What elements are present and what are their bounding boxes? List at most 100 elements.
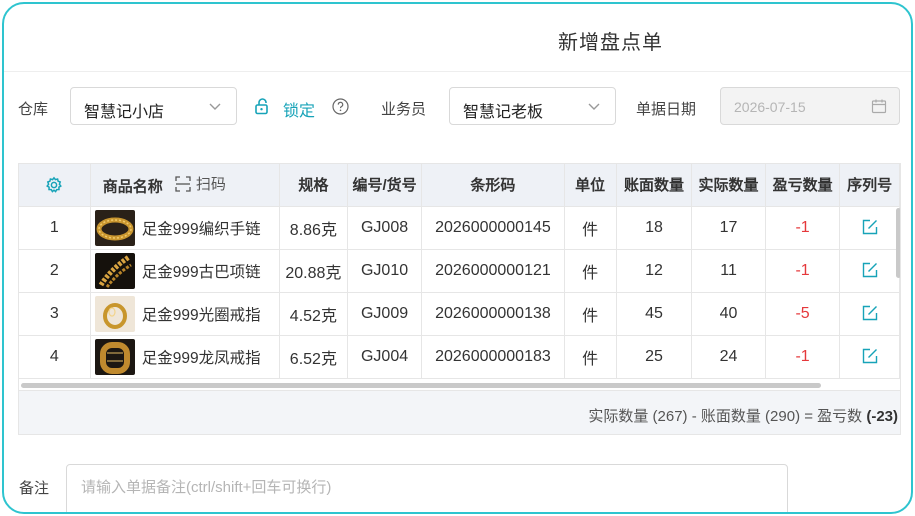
vertical-scrollbar[interactable] [896, 208, 900, 278]
barcode-cell: 2026000000138 [421, 292, 565, 336]
actual-qty-cell[interactable]: 24 [691, 335, 766, 379]
salesperson-select[interactable]: 智慧记老板 [449, 87, 616, 125]
remark-label: 备注 [19, 480, 50, 497]
dialog-header: 新增盘点单 [4, 4, 911, 72]
salesperson-label: 业务员 [381, 101, 427, 118]
product-name: 足金999龙凤戒指 [141, 349, 261, 367]
summary-formula: 实际数量 (267) - 账面数量 (290) = 盈亏数 [588, 408, 867, 425]
summary-text: 实际数量 (267) - 账面数量 (290) = 盈亏数 (-23) [588, 405, 898, 426]
serial-cell[interactable] [839, 206, 900, 250]
product-thumbnail [94, 209, 135, 246]
row-index: 4 [19, 335, 91, 379]
date-label: 单据日期 [636, 101, 697, 118]
edit-icon[interactable] [862, 262, 878, 278]
product-cell[interactable]: 足金999编织手链 [90, 206, 281, 250]
gear-icon[interactable] [45, 176, 63, 194]
product-name: 足金999光圈戒指 [141, 306, 261, 324]
barcode-cell: 2026000000145 [421, 206, 565, 250]
date-field[interactable]: 2026-07-15 [720, 87, 900, 125]
warehouse-value: 智慧记小店 [84, 104, 165, 121]
spec-cell: 8.86克 [279, 206, 348, 250]
diff-qty-cell: -5 [765, 292, 841, 336]
column-header-spec: 规格 [279, 164, 348, 207]
product-name: 足金999古巴项链 [141, 263, 261, 281]
barcode-cell: 2026000000183 [421, 335, 565, 379]
serial-cell[interactable] [839, 292, 900, 336]
help-icon[interactable] [332, 98, 349, 115]
actual-qty-cell[interactable]: 17 [691, 206, 766, 250]
product-cell[interactable]: 足金999光圈戒指 [90, 292, 281, 336]
edit-icon[interactable] [862, 219, 878, 235]
unit-cell: 件 [564, 292, 617, 336]
table-summary-bar: 实际数量 (267) - 账面数量 (290) = 盈亏数 (-23) [19, 390, 900, 434]
summary-total: (-23) [866, 408, 898, 425]
product-cell[interactable]: 足金999古巴项链 [90, 249, 281, 293]
dialog-window: 新增盘点单 仓库 智慧记小店 锁定 业务员 智慧记老板 单据日期 2026-07… [2, 2, 913, 514]
column-header-unit: 单位 [564, 164, 617, 207]
column-header-name: 商品名称 扫码 [90, 164, 281, 207]
column-header-book-qty: 账面数量 [616, 164, 693, 207]
edit-icon[interactable] [862, 348, 878, 364]
table-row[interactable]: 3 足金999光圈戒指 4.52克 GJ009 2026000000138 件 … [19, 292, 900, 336]
remark-input[interactable] [66, 464, 788, 512]
scan-icon [175, 175, 191, 192]
chevron-down-icon [209, 103, 221, 110]
book-qty-cell: 18 [616, 206, 693, 250]
actual-qty-cell[interactable]: 11 [691, 249, 766, 293]
chevron-down-icon [588, 103, 600, 110]
barcode-cell: 2026000000121 [421, 249, 565, 293]
warehouse-label: 仓库 [18, 101, 49, 118]
table-header-row: 商品名称 扫码 规格 编号/货号 条形码 单位 账面数量 实际数量 盈亏数量 序… [19, 164, 900, 207]
diff-qty-cell: -1 [765, 249, 841, 293]
column-header-barcode: 条形码 [421, 164, 565, 207]
date-value: 2026-07-15 [734, 99, 806, 115]
column-header-serial: 序列号 [839, 164, 900, 207]
scan-button[interactable]: 扫码 [175, 173, 226, 194]
unit-cell: 件 [564, 335, 617, 379]
row-index: 2 [19, 249, 91, 293]
table-row[interactable]: 2 足金999古巴项链 20.88克 GJ010 2026000000121 件… [19, 249, 900, 293]
spec-cell: 20.88克 [279, 249, 348, 293]
scan-label: 扫码 [195, 176, 226, 193]
product-thumbnail [94, 252, 135, 289]
diff-qty-cell: -1 [765, 206, 841, 250]
serial-cell[interactable] [839, 249, 900, 293]
unlock-icon[interactable] [254, 97, 272, 115]
row-index: 1 [19, 206, 91, 250]
book-qty-cell: 12 [616, 249, 693, 293]
code-cell: GJ010 [347, 249, 423, 293]
product-thumbnail [94, 295, 135, 332]
column-header-code: 编号/货号 [347, 164, 423, 207]
column-header-actual-qty: 实际数量 [691, 164, 766, 207]
salesperson-value: 智慧记老板 [463, 104, 544, 121]
spec-cell: 4.52克 [279, 292, 348, 336]
column-header-diff-qty: 盈亏数量 [765, 164, 841, 207]
inventory-table: 商品名称 扫码 规格 编号/货号 条形码 单位 账面数量 实际数量 盈亏数量 序… [18, 163, 901, 435]
warehouse-select[interactable]: 智慧记小店 [70, 87, 237, 125]
table-row[interactable]: 1 足金999编织手链 8.86克 GJ008 2026000000145 件 … [19, 206, 900, 250]
book-qty-cell: 25 [616, 335, 693, 379]
code-cell: GJ009 [347, 292, 423, 336]
table-row[interactable]: 4 足金999龙凤戒指 6.52克 GJ004 2026000000183 件 … [19, 335, 900, 379]
product-cell[interactable]: 足金999龙凤戒指 [90, 335, 281, 379]
horizontal-scrollbar[interactable] [21, 383, 821, 388]
product-name: 足金999编织手链 [141, 220, 261, 238]
unit-cell: 件 [564, 206, 617, 250]
inventory-grid: 商品名称 扫码 规格 编号/货号 条形码 单位 账面数量 实际数量 盈亏数量 序… [19, 164, 900, 379]
serial-cell[interactable] [839, 335, 900, 379]
row-index: 3 [19, 292, 91, 336]
edit-icon[interactable] [862, 305, 878, 321]
calendar-icon [871, 99, 887, 114]
code-cell: GJ008 [347, 206, 423, 250]
page-title: 新增盘点单 [558, 32, 663, 54]
product-thumbnail [94, 338, 135, 375]
column-settings-header[interactable] [19, 164, 91, 207]
book-qty-cell: 45 [616, 292, 693, 336]
spec-cell: 6.52克 [279, 335, 348, 379]
code-cell: GJ004 [347, 335, 423, 379]
lock-toggle[interactable]: 锁定 [283, 97, 315, 121]
actual-qty-cell[interactable]: 40 [691, 292, 766, 336]
name-header-label: 商品名称 [102, 178, 163, 196]
diff-qty-cell: -1 [765, 335, 841, 379]
unit-cell: 件 [564, 249, 617, 293]
